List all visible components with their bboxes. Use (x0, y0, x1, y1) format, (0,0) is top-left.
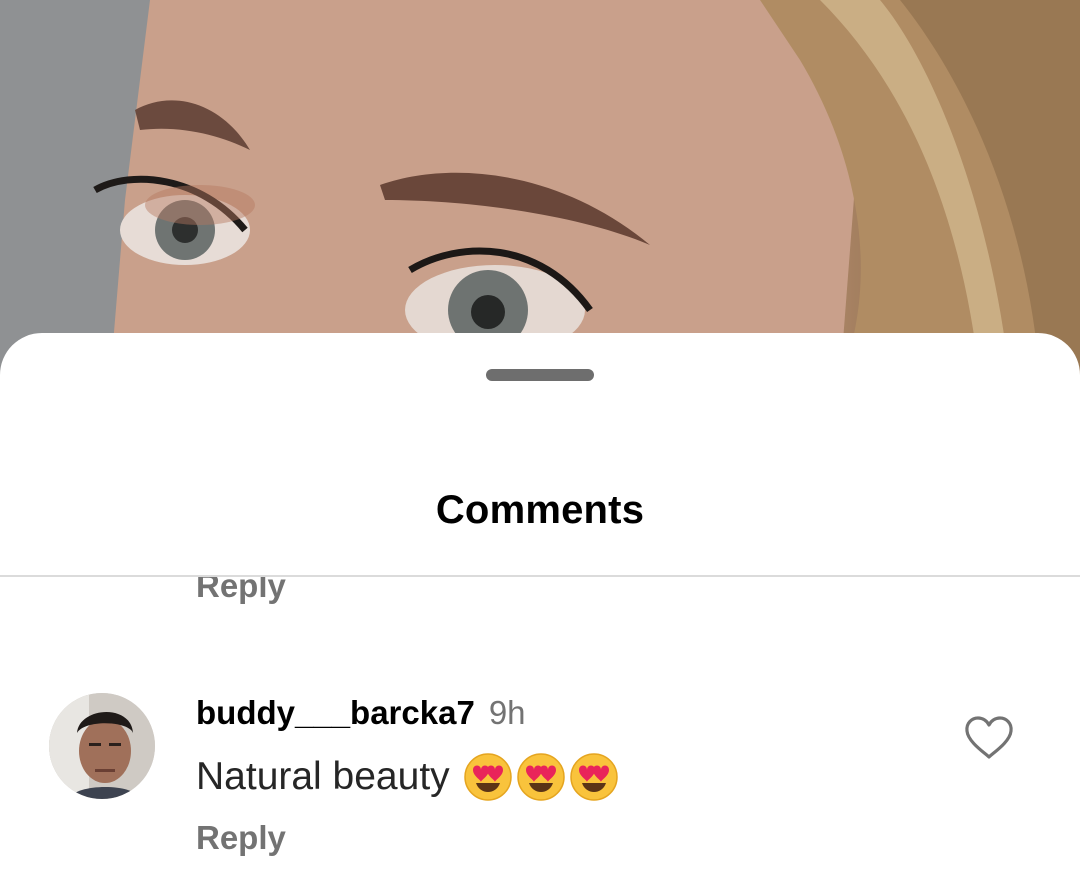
emoji-group (463, 753, 618, 801)
heart-eyes-emoji-icon (463, 753, 512, 801)
comments-list[interactable]: Reply buddy___barcka7 9h Natural beauty … (0, 577, 1080, 887)
heart-eyes-emoji-icon (569, 753, 618, 801)
background-post-photo (0, 0, 1080, 380)
comment-text: Natural beauty (196, 755, 450, 798)
avatar[interactable] (49, 693, 155, 799)
heart-eyes-emoji-icon (516, 753, 565, 801)
comment-body: Natural beauty (196, 747, 618, 807)
heart-outline-icon (965, 716, 1013, 759)
previous-comment-reply-button[interactable]: Reply (196, 577, 286, 605)
comments-bottom-sheet: Comments Reply buddy___barcka7 9h Natura… (0, 333, 1080, 887)
avatar-photo (49, 693, 155, 799)
sheet-drag-handle[interactable] (486, 369, 594, 381)
sheet-title: Comments (435, 488, 645, 532)
reply-button[interactable]: Reply (196, 819, 286, 857)
face-photo-illustration (0, 0, 1080, 380)
comment-username[interactable]: buddy___barcka7 (196, 694, 475, 731)
comment-header: buddy___barcka7 9h (196, 691, 526, 735)
comment-item: buddy___barcka7 9h Natural beauty Reply (0, 691, 1080, 881)
comment-timestamp: 9h (488, 694, 526, 731)
like-comment-button[interactable] (963, 715, 1015, 761)
